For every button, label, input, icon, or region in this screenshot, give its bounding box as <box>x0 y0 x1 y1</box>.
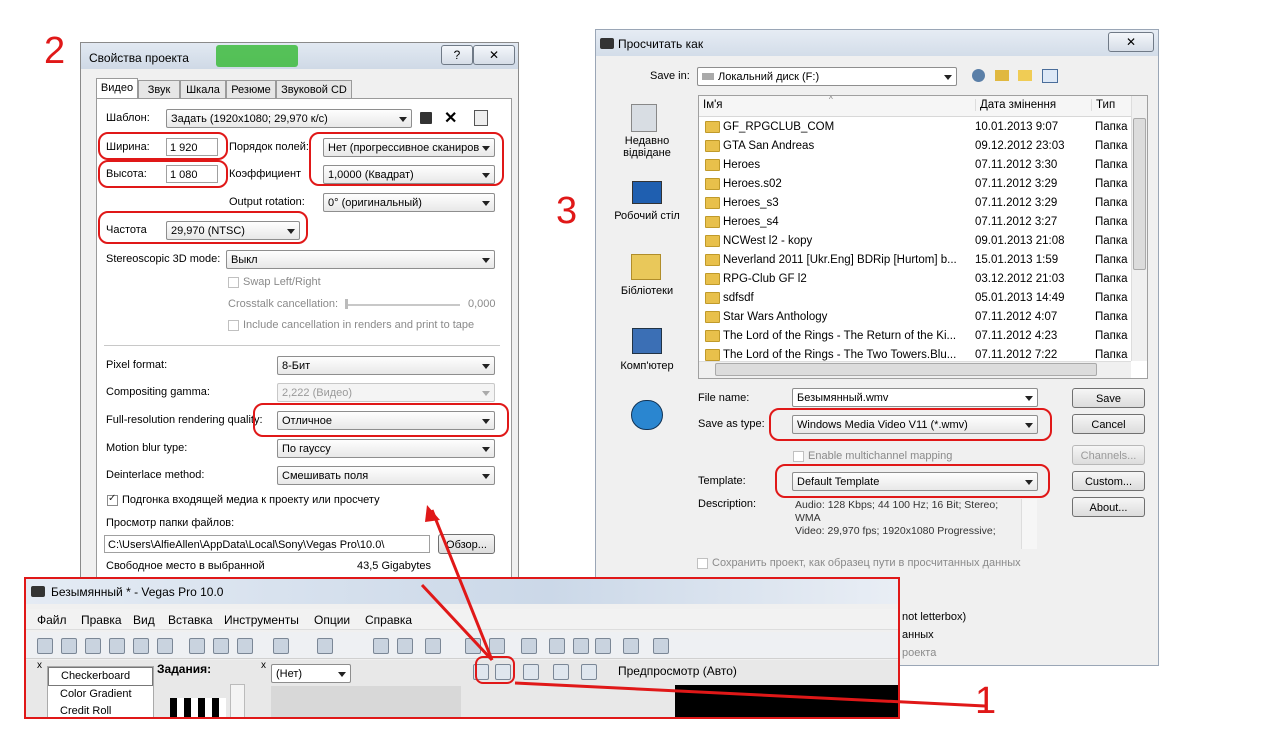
arrow-2-line <box>430 509 494 661</box>
arrow-head <box>425 505 440 522</box>
arrow-3-line <box>420 583 494 662</box>
annotation-number-3: 3 <box>556 190 578 232</box>
annotation-number-2: 2 <box>44 30 66 72</box>
arrow-1-line <box>514 681 986 708</box>
annotation-number-1: 1 <box>975 680 997 722</box>
annotation-arrows <box>420 505 986 708</box>
